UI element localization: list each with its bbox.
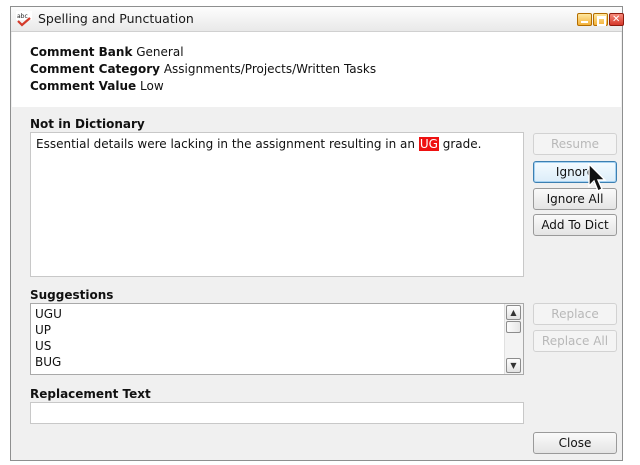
sentence-text-after: grade.	[438, 137, 482, 151]
not-in-dictionary-textbox[interactable]: Essential details were lacking in the as…	[30, 132, 524, 277]
svg-text:abc: abc	[17, 13, 28, 20]
replacement-text-input[interactable]	[30, 402, 524, 424]
maximize-icon	[597, 16, 606, 26]
add-to-dict-button[interactable]: Add To Dict	[533, 214, 617, 236]
list-item[interactable]: UP	[35, 323, 51, 337]
comment-bank-value: General	[136, 45, 184, 59]
comment-category-value: Assignments/Projects/Written Tasks	[163, 62, 377, 76]
comment-category-label: Comment Category	[30, 62, 161, 76]
sentence-text-before: Essential details were lacking in the as…	[36, 137, 419, 151]
suggestions-scrollbar[interactable]: ▲ ▼	[504, 304, 523, 374]
resume-button[interactable]: Resume	[533, 133, 617, 155]
window-title: Spelling and Punctuation	[38, 11, 194, 26]
comment-bank-label: Comment Bank	[30, 45, 133, 59]
suggestions-list[interactable]: UGU UP US BUG ▲ ▼	[30, 303, 524, 375]
list-item[interactable]: US	[35, 339, 51, 353]
comment-value-value: Low	[140, 79, 164, 93]
replace-button[interactable]: Replace	[533, 303, 617, 325]
scroll-down-icon[interactable]: ▼	[506, 358, 521, 373]
close-icon: ✕	[612, 14, 621, 25]
list-item[interactable]: UGU	[35, 307, 62, 321]
close-window-button[interactable]: ✕	[609, 13, 624, 26]
comment-value-label: Comment Value	[30, 79, 137, 93]
misspelled-word[interactable]: UG	[418, 137, 439, 151]
minimize-button[interactable]	[577, 13, 592, 26]
close-button[interactable]: Close	[533, 432, 617, 454]
maximize-button[interactable]	[593, 13, 608, 26]
spelling-dialog: abc Spelling and Punctuation ✕ Comment B…	[10, 6, 624, 461]
replacement-text-label: Replacement Text	[30, 387, 151, 401]
minimize-icon	[581, 21, 588, 23]
comment-value-line: Comment Value Low	[30, 79, 164, 93]
comment-bank-line: Comment Bank General	[30, 45, 184, 59]
suggestions-label: Suggestions	[30, 288, 114, 302]
title-bar: abc Spelling and Punctuation ✕	[11, 7, 624, 32]
list-item[interactable]: BUG	[35, 355, 61, 369]
scroll-up-icon[interactable]: ▲	[506, 305, 521, 320]
replace-all-button[interactable]: Replace All	[533, 330, 617, 352]
comment-category-line: Comment Category Assignments/Projects/Wr…	[30, 62, 376, 76]
not-in-dictionary-label: Not in Dictionary	[30, 117, 145, 131]
dictionary-sentence: Essential details were lacking in the as…	[36, 137, 481, 151]
mouse-pointer-icon	[588, 163, 607, 192]
spellcheck-abc-icon: abc	[16, 11, 32, 27]
scroll-thumb[interactable]	[506, 321, 521, 333]
